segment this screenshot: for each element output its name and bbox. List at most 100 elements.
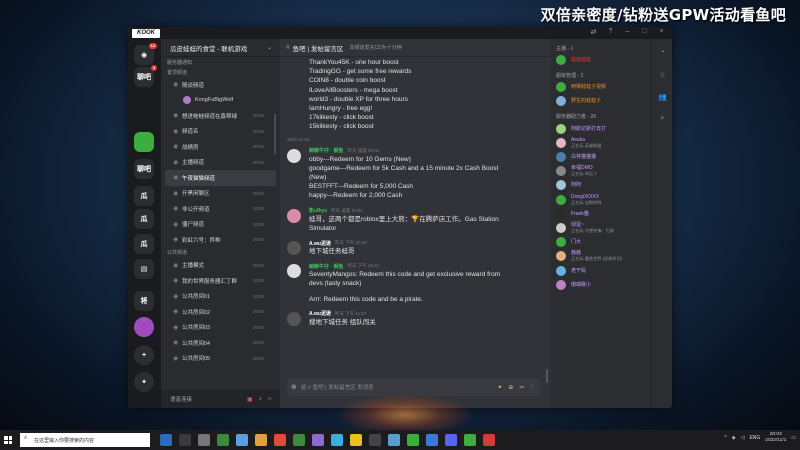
message-author[interactable]: 鲸鲸牛仔 · 钢鱼 [309, 147, 343, 154]
member-item[interactable]: 茜茜 正在玩 魔兽世界 (经典怀旧) [551, 249, 651, 263]
channel-item[interactable]: ◉ 彩虹六号：异种 20/50 [161, 232, 280, 248]
channel-item[interactable]: ◉ 主播模式 20/50 [161, 258, 280, 274]
gift-icon[interactable]: ◌ [530, 384, 534, 391]
window-control-4[interactable]: × [657, 28, 666, 36]
message-author[interactable]: A.wu泥逊 [309, 240, 331, 247]
server-icon-9[interactable] [134, 317, 154, 337]
channel-item[interactable]: ◉ 开黑闲聊区 20/50 [161, 186, 280, 202]
window-control-2[interactable]: – [623, 28, 632, 36]
avatar[interactable] [287, 264, 301, 279]
start-button[interactable] [0, 430, 16, 450]
volume-icon[interactable]: ◁ [741, 435, 745, 441]
taskbar-app-icon[interactable] [293, 434, 305, 446]
server-icon-1[interactable]: 聊吧 4 [134, 65, 157, 87]
channel-item[interactable]: ◉ 公共房间02 20/50 [161, 304, 280, 320]
member-item[interactable]: 门大 [551, 235, 651, 249]
chevron-up-icon[interactable]: ^ [724, 435, 726, 441]
avatar[interactable] [287, 208, 301, 223]
search-icon[interactable]: ⌕ [657, 115, 668, 123]
channel-scrollbar[interactable] [274, 114, 276, 154]
taskbar-app-icon[interactable] [407, 434, 419, 446]
member-item[interactable]: 珊瑚礁小 [551, 278, 651, 292]
server-icon-8[interactable]: 将 [134, 291, 154, 311]
member-item[interactable]: 幸福DMO 正在玩 命运 2 [551, 164, 651, 178]
channel-item[interactable]: ◉ 公共房间05 20/50 [161, 351, 280, 367]
taskbar-app-icon[interactable] [217, 434, 229, 446]
server-icon-3[interactable]: 聊吧 [134, 159, 154, 179]
channel-item[interactable]: ◉ 主播频道 20/50 [161, 155, 280, 171]
avatar[interactable] [287, 311, 301, 326]
member-item[interactable]: Asuka 正在玩 英雄联盟 [551, 136, 651, 150]
taskbar-app-icon[interactable] [274, 434, 286, 446]
window-control-1[interactable]: ? [606, 28, 615, 36]
member-item[interactable]: 阿阿 [551, 178, 651, 192]
scissors-icon[interactable]: ✂ [519, 384, 524, 391]
member-item[interactable]: Frank猫 [551, 207, 651, 221]
taskbar-app-icon[interactable] [388, 434, 400, 446]
server-icon-10[interactable]: + [134, 345, 154, 365]
members-icon[interactable]: 👥 [657, 93, 668, 101]
member-item[interactable]: Dong0XXXX 正在玩 宝狮特殊 [551, 193, 651, 207]
category-header[interactable]: 置顶频道 [161, 67, 280, 77]
taskbar-app-icon[interactable] [483, 434, 495, 446]
server-icon-0[interactable]: ◉ 12 [134, 43, 157, 65]
member-item[interactable]: 绿蛋~ 正在玩 守望先锋：归来 [551, 221, 651, 235]
pin-icon[interactable]: ☆ [657, 71, 668, 79]
channel-item[interactable]: ◉ 我的世界服务器汇丁群 20/50 [161, 273, 280, 289]
channel-item[interactable]: ◉ 公共房间03 20/50 [161, 320, 280, 336]
message-author[interactable]: 影ufkys [309, 207, 327, 214]
server-icon-2[interactable] [134, 132, 154, 152]
channel-item[interactable]: ◉ 公共房间01 20/50 [161, 289, 280, 305]
member-item[interactable]: 两栖蛙蛙子视频 [551, 80, 651, 94]
taskbar-app-icon[interactable] [255, 434, 267, 446]
avatar[interactable] [287, 148, 301, 163]
category-header[interactable]: 公共频道 [161, 248, 280, 258]
voice-user[interactable]: KongFuBigWolf [161, 93, 280, 109]
server-icon-4[interactable]: 瓜 [134, 186, 154, 206]
clock[interactable]: 20:03 2022/11/1 [765, 432, 786, 444]
taskbar-search[interactable]: ⌕ 在这里输入你要搜索的内容 [20, 433, 150, 447]
window-control-0[interactable]: ⇄ [589, 28, 598, 36]
bell-icon[interactable]: ◔ [657, 49, 668, 56]
taskbar-app-icon[interactable] [160, 434, 172, 446]
channel-item[interactable]: ◉ 非公开频道 20/50 [161, 201, 280, 217]
avatar[interactable] [287, 241, 301, 256]
channel-item[interactable]: ◉ 僵尸频道 20/50 [161, 217, 280, 233]
taskbar-app-icon[interactable] [426, 434, 438, 446]
channel-item[interactable]: ◉ 战绩房 20/50 [161, 139, 280, 155]
channel-item[interactable]: ◉ 想进蛙蛙频道在鑫帮绿 20/50 [161, 108, 280, 124]
message-author[interactable]: A.wu泥逊 [309, 310, 331, 317]
input-language[interactable]: ENG [749, 435, 760, 441]
screenshare-icon[interactable]: ▣ [247, 396, 253, 403]
server-icon-5[interactable]: 瓜 [134, 209, 154, 229]
member-item[interactable]: 老干妈 [551, 263, 651, 277]
member-item[interactable]: 白林猫猫猫 [551, 150, 651, 164]
taskbar-app-icon[interactable] [464, 434, 476, 446]
channel-item[interactable]: ◉ 频道名 20/50 [161, 124, 280, 140]
message-author[interactable]: 鲸鲸牛仔 · 钢鱼 [309, 263, 343, 270]
network-icon[interactable]: ◈ [732, 435, 736, 441]
member-item[interactable]: 阿斯达斯打去打 [551, 122, 651, 136]
server-icon-11[interactable]: ✦ [134, 372, 154, 392]
channel-item[interactable]: ◉ 午夜猫猫频道 [165, 170, 276, 186]
category-header[interactable]: 服务器通知 [161, 57, 280, 67]
chat-scrollbar[interactable] [546, 369, 548, 383]
server-icon-6[interactable]: 瓜 [134, 234, 154, 254]
taskbar-app-icon[interactable] [198, 434, 210, 446]
taskbar-app-icon[interactable] [331, 434, 343, 446]
emoji-icon[interactable]: ✦ [497, 384, 502, 391]
chevron-down-icon[interactable]: ⌄ [267, 44, 272, 51]
taskbar-app-icon[interactable] [369, 434, 381, 446]
server-header[interactable]: 瓜皮蛙蛙的食堂 - 联机游戏 ⌄ [161, 39, 280, 57]
taskbar-app-icon[interactable] [350, 434, 362, 446]
attach-icon[interactable]: ⊕ [291, 383, 297, 391]
mic-icon[interactable]: ♪ [259, 396, 262, 403]
channel-item[interactable]: ◉ 公共房间04 20/50 [161, 335, 280, 351]
taskbar-app-icon[interactable] [236, 434, 248, 446]
window-control-3[interactable]: □ [640, 28, 649, 36]
add-icon[interactable]: ⊕ [508, 384, 513, 391]
headset-icon[interactable]: ∩ [268, 396, 272, 403]
member-item[interactable]: 蛙蛙蛙蛙 [551, 53, 651, 67]
notification-icon[interactable]: ▭ [791, 435, 796, 441]
member-item[interactable]: 野生的蛙蛙子 [551, 94, 651, 108]
